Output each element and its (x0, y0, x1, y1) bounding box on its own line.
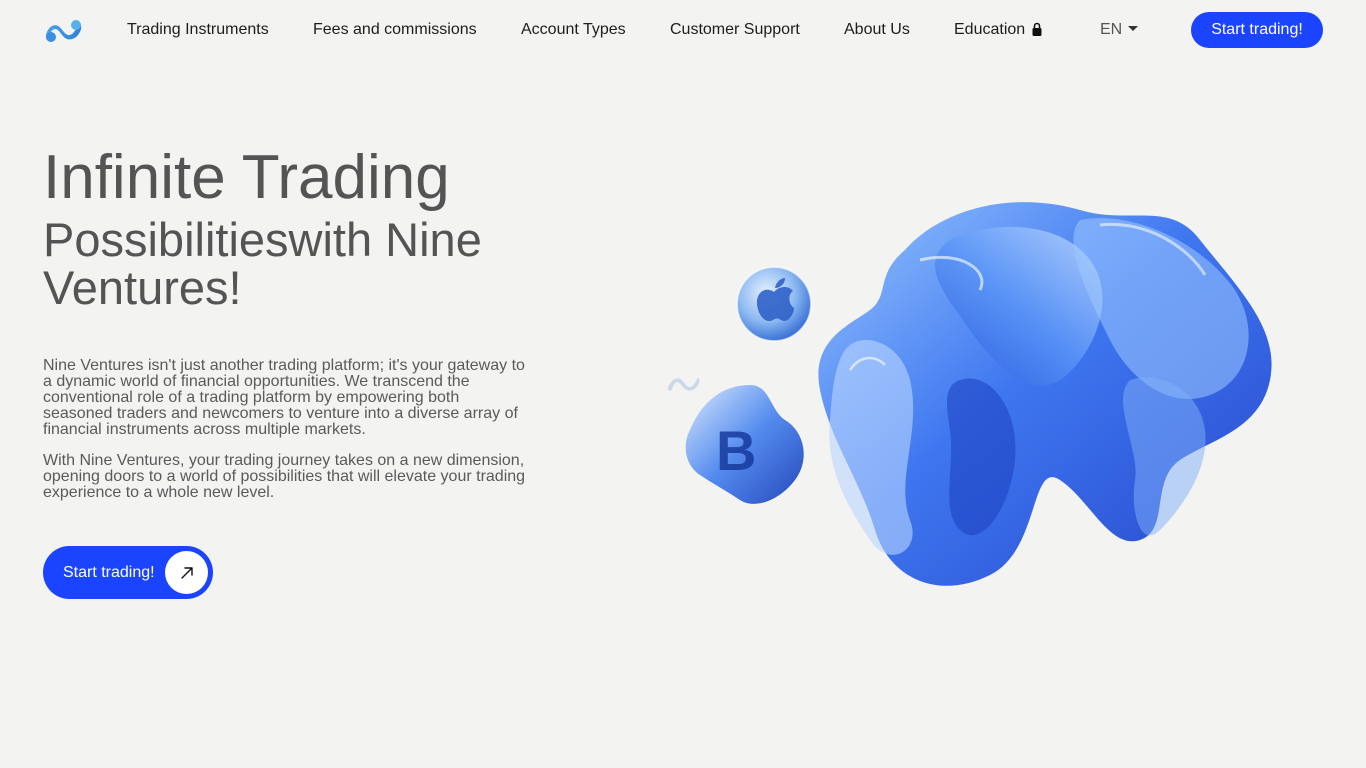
bitcoin-icon: B (685, 385, 804, 504)
language-label: EN (1100, 21, 1123, 38)
nav-fees-and-commissions[interactable]: Fees and commissions (313, 20, 477, 39)
glass-blob-shape (818, 202, 1272, 586)
faded-logo-icon (668, 377, 700, 391)
hero-headline-line2: Possibilitieswith Nine Ventures! (43, 213, 482, 314)
nav-trading-instruments[interactable]: Trading Instruments (127, 20, 269, 39)
nav-account-types[interactable]: Account Types (521, 20, 626, 39)
start-trading-hero-button[interactable]: Start trading! (43, 546, 213, 599)
nav-education-label: Education (954, 21, 1026, 38)
logo-icon[interactable] (43, 17, 83, 43)
apple-sphere-icon (736, 266, 812, 342)
site-header: Trading Instruments Fees and commissions… (0, 0, 1366, 60)
chevron-down-icon (1128, 26, 1139, 31)
nav-customer-support[interactable]: Customer Support (670, 20, 800, 39)
language-selector[interactable]: EN (1100, 20, 1139, 39)
start-trading-header-button[interactable]: Start trading! (1191, 12, 1323, 48)
start-trading-hero-label: Start trading! (63, 564, 155, 581)
nav-education[interactable]: Education (954, 20, 1042, 41)
arrow-up-right-icon (165, 551, 208, 594)
hero-artwork: B (660, 180, 1300, 600)
svg-text:B: B (716, 419, 756, 482)
lock-icon (1032, 22, 1042, 41)
hero-paragraph-2: With Nine Ventures, your trading journey… (43, 452, 526, 501)
hero-paragraph-1: Nine Ventures isn't just another trading… (43, 357, 525, 438)
nav-about-us[interactable]: About Us (844, 20, 910, 39)
hero-headline-line1: Infinite Trading (43, 143, 450, 212)
landing-page: Trading Instruments Fees and commissions… (0, 0, 1366, 768)
